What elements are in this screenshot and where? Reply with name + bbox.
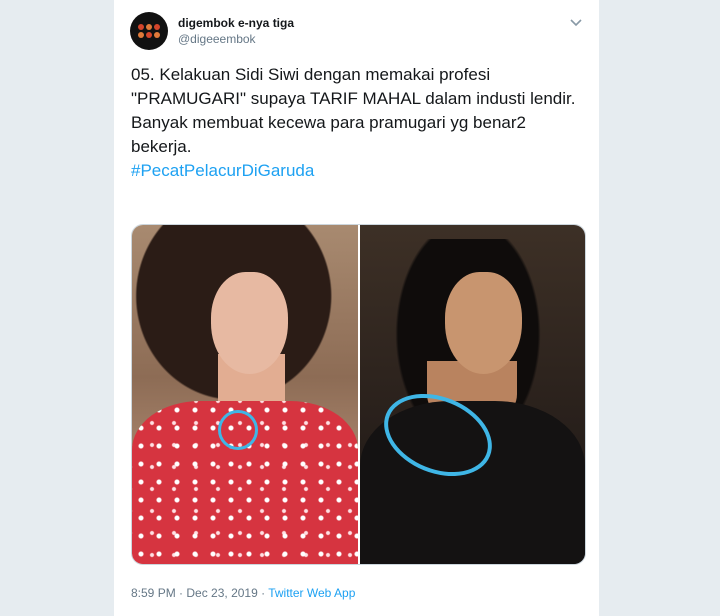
- photo-right-face: [445, 272, 522, 375]
- tweet-card: digembok e-nya tiga @digeeembok 05. Kela…: [113, 0, 600, 616]
- handle[interactable]: @digeeembok: [178, 32, 256, 46]
- hashtag-link[interactable]: #PecatPelacurDiGaruda: [131, 161, 314, 180]
- tweet-date[interactable]: Dec 23, 2019: [186, 586, 257, 600]
- tweet-media: [131, 224, 586, 565]
- tweet-text: 05. Kelakuan Sidi Siwi dengan memakai pr…: [131, 63, 591, 183]
- meta-separator: ·: [175, 586, 187, 600]
- photo-right[interactable]: [359, 225, 585, 564]
- avatar-logo-icon: [138, 24, 160, 38]
- chevron-down-icon[interactable]: [567, 14, 585, 32]
- photo-left-face: [210, 272, 288, 375]
- photo-left[interactable]: [132, 225, 358, 564]
- display-name[interactable]: digembok e-nya tiga: [178, 16, 294, 30]
- tweet-body: 05. Kelakuan Sidi Siwi dengan memakai pr…: [131, 65, 576, 156]
- avatar[interactable]: [130, 12, 168, 50]
- highlight-circle-left: [218, 410, 258, 450]
- meta-separator: ·: [257, 586, 269, 600]
- tweet-time[interactable]: 8:59 PM: [131, 586, 176, 600]
- tweet-meta: 8:59 PM · Dec 23, 2019 · Twitter Web App: [131, 586, 355, 600]
- tweet-source-link[interactable]: Twitter Web App: [268, 586, 355, 600]
